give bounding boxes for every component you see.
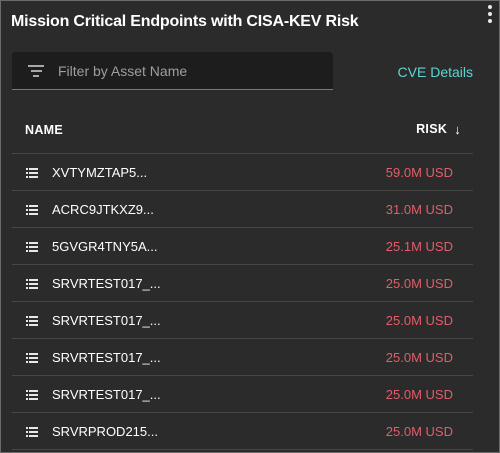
table-row[interactable]: SRVRPROD215... 25.0M USD xyxy=(12,413,473,450)
table-body: XVTYMZTAP5... 59.0M USD ACRC9JTKXZ9... 3… xyxy=(12,154,473,450)
column-header-name[interactable]: NAME xyxy=(25,123,63,137)
asset-name: SRVRPROD215... xyxy=(52,424,158,439)
list-icon xyxy=(26,427,38,437)
risk-value: 25.0M USD xyxy=(385,350,453,365)
risk-value: 59.0M USD xyxy=(385,165,453,180)
list-icon xyxy=(26,316,38,326)
asset-name: SRVRTEST017_... xyxy=(52,313,161,328)
filter-field[interactable] xyxy=(12,52,333,90)
list-icon xyxy=(26,390,38,400)
risk-value: 25.1M USD xyxy=(385,239,453,254)
risk-value: 25.0M USD xyxy=(385,387,453,402)
list-icon xyxy=(26,279,38,289)
kebab-dot xyxy=(488,12,492,16)
asset-name: SRVRTEST017_... xyxy=(52,276,161,291)
risk-value: 25.0M USD xyxy=(385,276,453,291)
table-row[interactable]: 5GVGR4TNY5A... 25.1M USD xyxy=(12,228,473,265)
cve-details-link[interactable]: CVE Details xyxy=(398,64,473,80)
list-icon xyxy=(26,168,38,178)
kebab-dot xyxy=(488,5,492,9)
risk-value: 31.0M USD xyxy=(385,202,453,217)
risk-value: 25.0M USD xyxy=(385,313,453,328)
table-row[interactable]: XVTYMZTAP5... 59.0M USD xyxy=(12,154,473,191)
column-header-risk-label: RISK xyxy=(416,122,448,136)
arrow-down-icon: ↓ xyxy=(454,121,461,137)
table-row[interactable]: SRVRTEST017_... 25.0M USD xyxy=(12,376,473,413)
column-header-risk[interactable]: RISK ↓ xyxy=(416,122,461,136)
table-row[interactable]: SRVRTEST017_... 25.0M USD xyxy=(12,265,473,302)
table-row[interactable]: ACRC9JTKXZ9... 31.0M USD xyxy=(12,191,473,228)
widget-title: Mission Critical Endpoints with CISA-KEV… xyxy=(11,13,359,30)
table-row[interactable]: SRVRTEST017_... 25.0M USD xyxy=(12,302,473,339)
risk-value: 25.0M USD xyxy=(385,424,453,439)
list-icon xyxy=(26,242,38,252)
more-vert-icon[interactable] xyxy=(487,5,493,23)
asset-name: XVTYMZTAP5... xyxy=(52,165,148,180)
table-row[interactable]: SRVRTEST017_... 25.0M USD xyxy=(12,339,473,376)
filter-list-icon xyxy=(28,64,44,77)
endpoints-widget: Mission Critical Endpoints with CISA-KEV… xyxy=(0,0,500,453)
asset-name: SRVRTEST017_... xyxy=(52,350,161,365)
list-icon xyxy=(26,353,38,363)
asset-name: 5GVGR4TNY5A... xyxy=(52,239,158,254)
asset-name: SRVRTEST017_... xyxy=(52,387,161,402)
asset-name: ACRC9JTKXZ9... xyxy=(52,202,154,217)
kebab-dot xyxy=(488,19,492,23)
list-icon xyxy=(26,205,38,215)
asset-name-filter-input[interactable] xyxy=(56,61,310,80)
